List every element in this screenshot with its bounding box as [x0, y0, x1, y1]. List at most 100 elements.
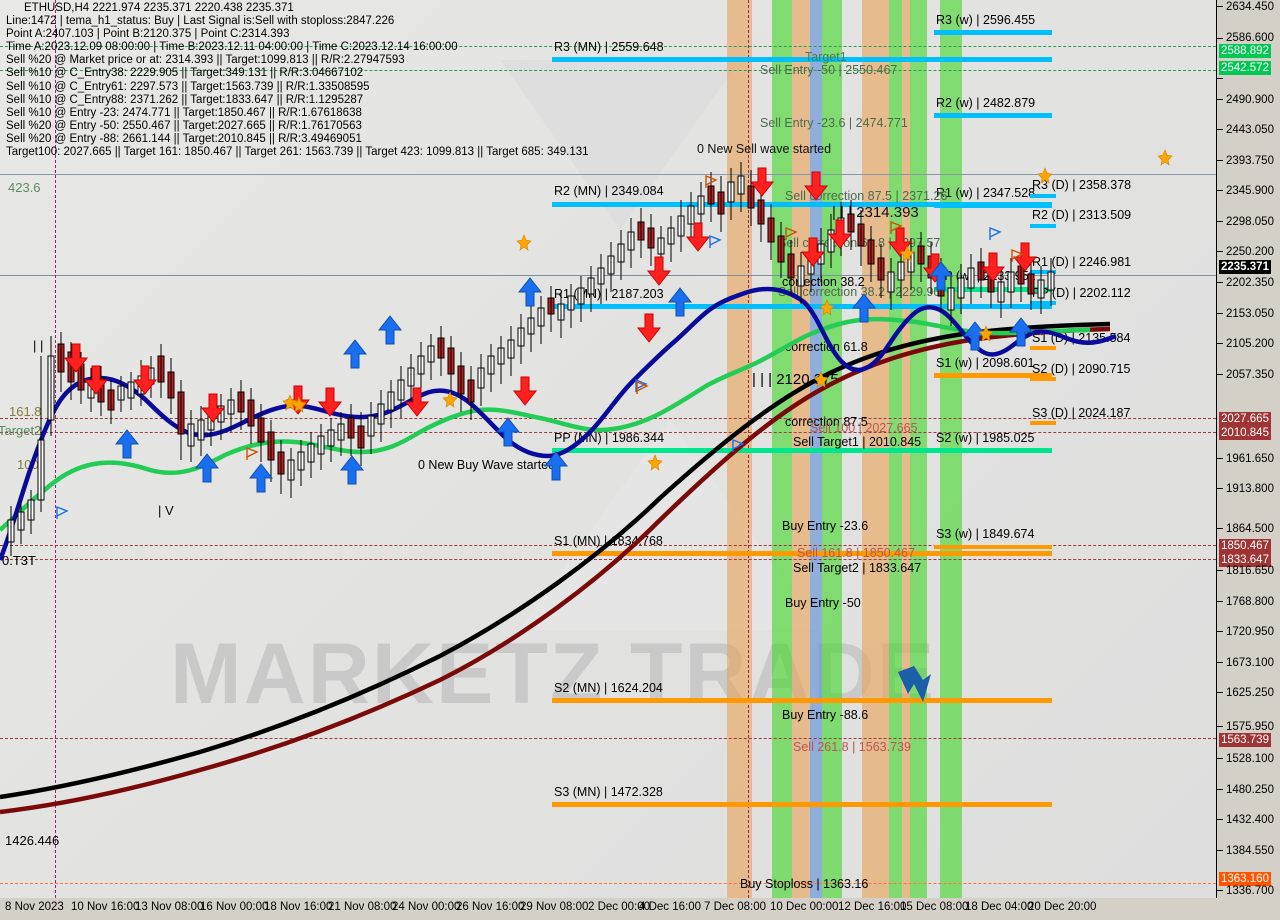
price-tick: 2250.200 — [1226, 246, 1274, 258]
time-tick: 10 Nov 16:00 — [71, 901, 140, 913]
price-tick: 2345.900 — [1226, 185, 1274, 197]
pivot-line-r3mn — [552, 57, 1052, 62]
annotation-sell-target1: Sell Target1 | 2010.845 — [793, 435, 922, 449]
annotation-new-buy-wave: 0 New Buy Wave started — [418, 458, 556, 472]
pivot-line-s3mn — [552, 802, 1052, 807]
pivot-label-s1w: S1 (w) | 2098.601 — [936, 356, 1035, 370]
price-tick: 1384.550 — [1226, 845, 1274, 857]
price-tick: 1913.800 — [1226, 483, 1274, 495]
price-tick: 1864.500 — [1226, 523, 1274, 535]
time-tick: 10 Dec 00:00 — [770, 901, 839, 913]
time-tick: 7 Dec 08:00 — [704, 901, 767, 913]
annotation-sell-100: Sell 100 | 2027.665 — [810, 421, 918, 435]
price-tick: 2202.350 — [1226, 277, 1274, 289]
watermark-left: MARKETZ — [170, 626, 605, 722]
annotation-buy-entry-50: Buy Entry -50 — [785, 596, 861, 610]
price-box-green: 2588.892 — [1219, 44, 1271, 58]
pivot-line-r2w — [934, 113, 1052, 118]
pivot-label-s3mn: S3 (MN) | 1472.328 — [554, 785, 663, 799]
pivot-label-r1d: R1 (D) | 2246.981 — [1032, 255, 1132, 269]
pivot-line-s2mn — [552, 698, 1052, 703]
annotation-fib-100: 100 — [17, 457, 39, 472]
fib-dashed-line — [0, 738, 1216, 739]
pivot-label-s2d: S2 (D) | 2090.715 — [1032, 362, 1131, 376]
pivot-line-s2d — [1030, 377, 1056, 381]
annotation-target1: Target1 — [805, 50, 847, 64]
time-tick: 18 Dec 04:00 — [965, 901, 1034, 913]
info-line: Target100: 2027.665 || Target 161: 1850.… — [6, 146, 589, 159]
price-tick: 1480.250 — [1226, 784, 1274, 796]
price-tick: 1961.650 — [1226, 453, 1274, 465]
fib-dashed-line — [0, 883, 1216, 884]
annotation-sell-corr-875: Sell correction 87.5 | 2371.26 — [785, 189, 948, 203]
price-axis[interactable]: 2634.450 2586.600 2588.892 2542.572 2490… — [1216, 0, 1280, 898]
chart-separator — [0, 174, 1216, 175]
annotation-low-price: 1426.446 — [5, 833, 60, 848]
price-box-red: 1563.739 — [1219, 733, 1271, 747]
pivot-label-r1mn: R1 (MN) | 2187.203 — [554, 287, 664, 301]
info-line: Point A:2407.103 | Point B:2120.375 | Po… — [6, 28, 290, 41]
info-line: Sell %20 @ Entry -50: 2550.467 || Target… — [6, 119, 362, 132]
annotation-sell-2618: Sell 261.8 | 1563.739 — [793, 740, 911, 754]
annotation-corr-382: correction 38.2 — [782, 275, 865, 289]
metatrader-chart-window: MARKETZ TRADE R3 (MN) | 2559.648 — [0, 0, 1280, 920]
price-tick: 2393.750 — [1226, 155, 1274, 167]
pivot-label-r2w: R2 (w) | 2482.879 — [936, 96, 1036, 110]
price-tick: 2443.050 — [1226, 124, 1274, 136]
pivot-label-s1mn: S1 (MN) | 1834.768 — [554, 534, 663, 548]
annotation-fib-1618: 161.8 — [9, 404, 42, 419]
price-tick: 1575.950 — [1226, 721, 1274, 733]
annotation-wave-ii: | | — [33, 338, 44, 353]
info-line: Sell %10 @ C_Entry61: 2297.573 || Target… — [6, 80, 370, 93]
price-tick: 1528.100 — [1226, 753, 1274, 765]
pivot-label-s2w: S2 (w) | 1985.025 — [936, 431, 1035, 445]
price-box-red: 1850.467 — [1219, 539, 1271, 553]
time-tick: 26 Nov 16:00 — [456, 901, 525, 913]
pivot-label-ppd: PP (D) | 2202.112 — [1032, 286, 1131, 300]
info-line: Sell %10 @ Entry -23: 2474.771 || Target… — [6, 106, 362, 119]
pivot-label-s1d: S1 (D) | 2135.584 — [1032, 331, 1131, 345]
info-line: Sell %20 @ Market price or at: 2314.393 … — [6, 54, 405, 67]
annotation-buy-entry-886: Buy Entry -88.6 — [782, 708, 869, 722]
time-tick: 13 Nov 08:00 — [135, 901, 204, 913]
time-tick: 20 Dec 20:00 — [1028, 901, 1097, 913]
time-tick: 24 Nov 00:00 — [392, 901, 461, 913]
time-tick: 8 Nov 2023 — [5, 901, 64, 913]
annotation-new-sell-wave: 0 New Sell wave started — [697, 142, 832, 156]
price-tick: 2298.050 — [1226, 216, 1274, 228]
annotation-sell-1618: Sell 161.8 | 1850.467 — [797, 546, 915, 560]
pivot-label-r2mn: R2 (MN) | 2349.084 — [554, 184, 664, 198]
chart-plot-area[interactable]: MARKETZ TRADE R3 (MN) | 2559.648 — [0, 0, 1217, 899]
annotation-fib-t3t: 0.T3T — [2, 553, 36, 568]
info-line: Time A:2023.12.09 08:00:00 | Time B:2023… — [6, 41, 458, 54]
price-tick: 2586.600 — [1226, 32, 1274, 44]
pivot-line-r3d — [1030, 194, 1056, 198]
annotation-sell-target2: Sell Target2 | 1833.647 — [793, 561, 922, 575]
info-line: Sell %10 @ C_Entry38: 2229.905 || Target… — [6, 67, 364, 80]
annotation-fib-4236: 423.6 — [8, 180, 41, 195]
fib-dashed-line — [0, 559, 1216, 560]
price-tick: 1816.650 — [1226, 565, 1274, 577]
price-tick: 2490.900 — [1226, 94, 1274, 106]
pivot-label-r1w: R1 (w) | 2347.528 — [936, 186, 1036, 200]
annotation-price-c: | | | 2314.393 — [832, 204, 919, 221]
annotation-corr-618: correction 61.8 — [785, 340, 868, 354]
price-tick: 1720.950 — [1226, 626, 1274, 638]
pivot-line-r3w — [934, 30, 1052, 35]
symbol-timeframe-ohlc: ETHUSD,H4 2221.974 2235.371 2220.438 223… — [24, 2, 294, 14]
time-tick: 4 Dec 16:00 — [639, 901, 702, 913]
pivot-label-s3d: S3 (D) | 2024.187 — [1032, 406, 1131, 420]
price-tick: 1432.400 — [1226, 814, 1274, 826]
time-axis[interactable]: 8 Nov 2023 10 Nov 16:00 13 Nov 08:00 16 … — [0, 898, 1280, 920]
time-tick: 29 Nov 08:00 — [520, 901, 589, 913]
price-tick: 1336.700 — [1226, 885, 1274, 897]
time-tick: 16 Nov 00:00 — [200, 901, 269, 913]
time-tick: 15 Dec 08:00 — [900, 901, 969, 913]
time-tick: 18 Nov 16:00 — [264, 901, 333, 913]
info-line: Line:1472 | tema_h1_status: Buy | Last S… — [6, 15, 395, 28]
pivot-label-s3w: S3 (w) | 1849.674 — [936, 527, 1035, 541]
pivot-label-s2mn: S2 (MN) | 1624.204 — [554, 681, 663, 695]
time-tick: 12 Dec 16:00 — [838, 901, 907, 913]
pivot-line-s1d — [1030, 346, 1056, 350]
pivot-line-r1mn — [552, 304, 1052, 309]
